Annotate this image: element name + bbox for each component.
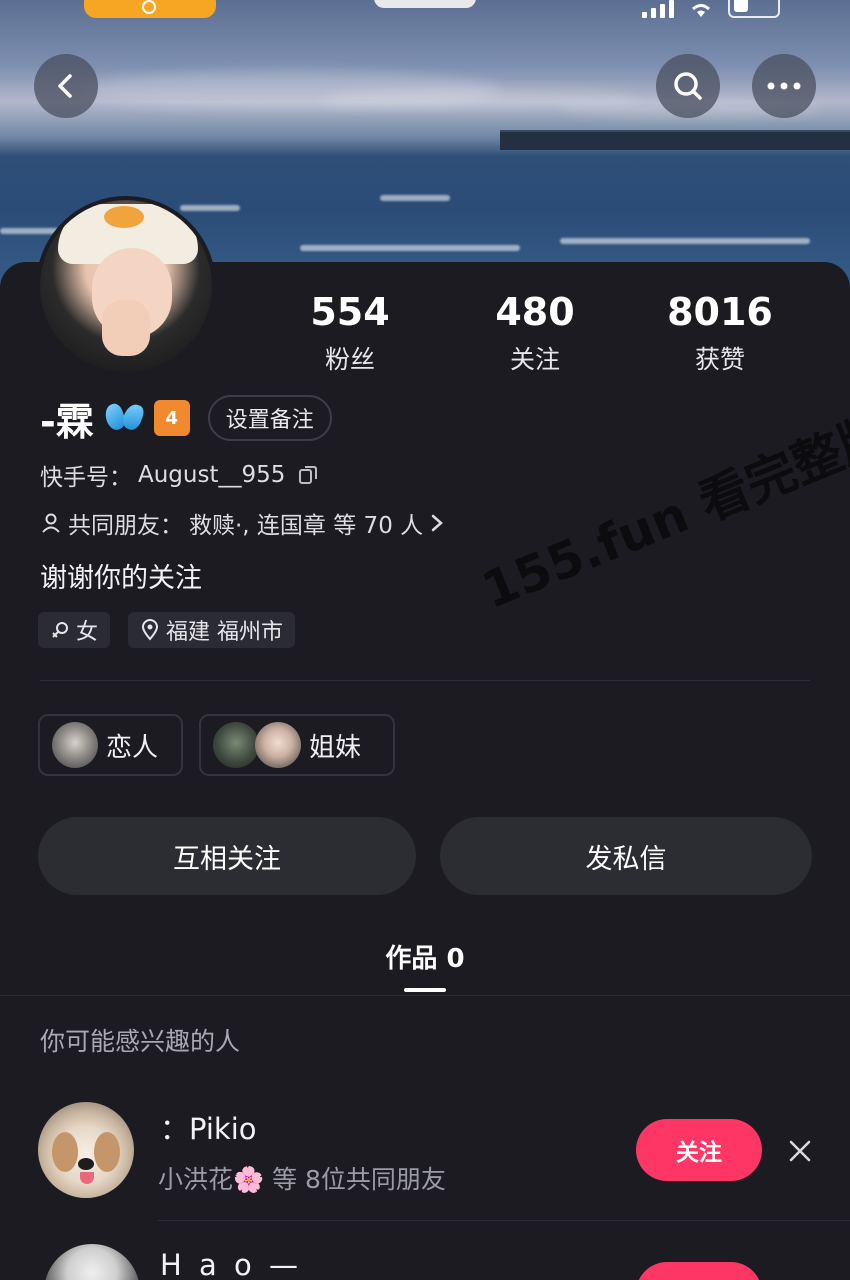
likes-label: 获赞 <box>694 345 745 374</box>
recording-indicator <box>84 0 216 18</box>
name-row: -霖 4 设置备注 <box>40 395 332 444</box>
send-message-button[interactable]: 发私信 <box>440 817 812 895</box>
wifi-icon <box>692 4 710 17</box>
gender-tag: 女 <box>38 612 111 648</box>
battery-icon <box>728 0 780 18</box>
search-button[interactable] <box>656 54 720 118</box>
sister-avatar-2 <box>255 722 301 768</box>
dynamic-island <box>374 0 476 8</box>
person-icon <box>42 513 60 533</box>
kuaishou-id-label: 快手号： <box>40 465 132 491</box>
followers-count: 554 <box>310 290 390 334</box>
followers-label: 粉丝 <box>324 345 375 374</box>
likes-count: 8016 <box>667 290 773 334</box>
level-number: 4 <box>165 407 179 429</box>
set-remark-button[interactable]: 设置备注 <box>207 395 332 441</box>
chevron-right-icon <box>431 514 444 532</box>
lover-avatar <box>52 722 98 768</box>
follow-button[interactable]: 关注 <box>636 1119 762 1181</box>
tab-active-indicator <box>404 988 446 992</box>
butterfly-icon <box>101 400 146 436</box>
location-label: 福建 福州市 <box>166 620 283 645</box>
tab-works[interactable]: 作品 0 <box>0 938 850 975</box>
suggested-user-name[interactable]: ：Pikio <box>160 1106 257 1148</box>
chevron-left-icon <box>58 74 72 98</box>
back-button[interactable] <box>34 54 98 118</box>
suggestion-divider <box>158 1220 850 1221</box>
mutual-friends-row[interactable]: 共同朋友： 救赎·, 连国章 等 70 人 <box>40 506 445 540</box>
kuaishou-id-value: August__955 <box>138 462 286 488</box>
mutual-friends-value: 救赎·, 连国章 等 70 人 <box>189 513 424 539</box>
relation-sisters[interactable]: 姐妹 <box>199 714 395 776</box>
suggested-user-avatar[interactable] <box>38 1102 134 1198</box>
avatar[interactable] <box>36 196 216 376</box>
stat-followers[interactable]: 554 粉丝 <box>270 290 430 376</box>
stat-likes[interactable]: 8016 获赞 <box>640 290 800 376</box>
more-horizontal-icon <box>767 82 801 90</box>
mutual-friends-label: 共同朋友： <box>68 513 183 539</box>
mutual-follow-button[interactable]: 互相关注 <box>38 817 416 895</box>
suggested-user-name-2[interactable]: H a o — <box>160 1248 302 1280</box>
kuaishou-id-row: 快手号： August__955 <box>40 458 319 492</box>
suggestions-title: 你可能感兴趣的人 <box>40 1027 241 1056</box>
female-icon <box>52 622 68 638</box>
relation-lover[interactable]: 恋人 <box>38 714 183 776</box>
search-icon <box>674 72 702 100</box>
following-count: 480 <box>495 290 575 334</box>
relation-lover-label: 恋人 <box>106 732 159 763</box>
relation-sisters-label: 姐妹 <box>309 732 362 763</box>
status-bar-icons <box>642 0 780 18</box>
sister-avatar-1 <box>213 722 259 768</box>
following-label: 关注 <box>509 345 560 374</box>
location-pin-icon <box>141 619 159 641</box>
microphone-icon <box>142 0 156 14</box>
more-button[interactable] <box>752 54 816 118</box>
follow-button-2[interactable] <box>636 1262 762 1280</box>
copy-icon[interactable] <box>297 464 319 486</box>
level-badge: 4 <box>153 400 190 436</box>
suggested-user-mutuals: 小洪花🌸 等 8位共同朋友 <box>158 1165 446 1194</box>
signal-icon <box>642 0 674 18</box>
stat-following[interactable]: 480 关注 <box>455 290 615 376</box>
tab-divider <box>0 995 850 996</box>
gender-label: 女 <box>76 620 99 645</box>
bio-text: 谢谢你的关注 <box>40 563 202 594</box>
section-divider <box>40 680 810 681</box>
user-name: -霖 <box>40 399 94 444</box>
close-icon[interactable] <box>786 1137 814 1165</box>
location-tag: 福建 福州市 <box>128 612 295 648</box>
